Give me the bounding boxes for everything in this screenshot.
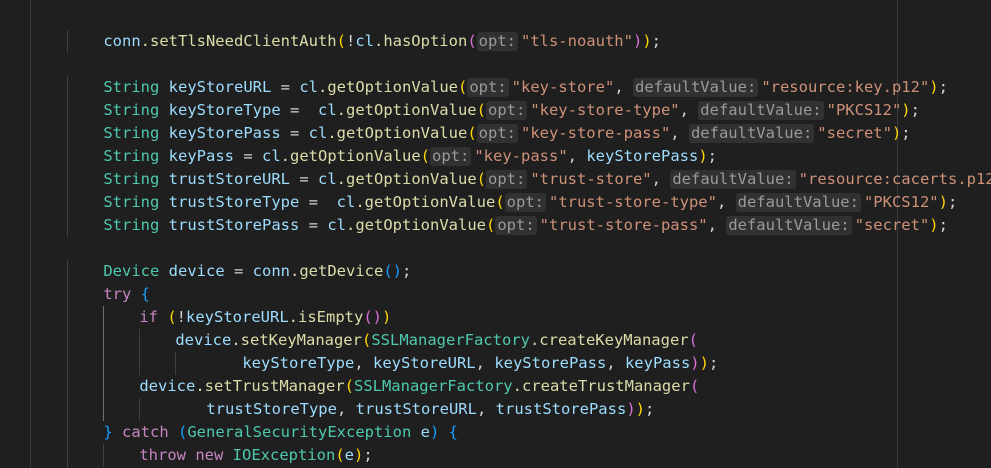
code-editor[interactable]: conn.setTlsNeedClientAuth(!cl.hasOption(… bbox=[0, 0, 991, 468]
string-literal: "trust-store-pass" bbox=[539, 216, 708, 234]
comma: , bbox=[707, 216, 727, 234]
paren: ( bbox=[467, 32, 477, 50]
class-io-exception: IOException bbox=[232, 446, 336, 464]
semicolon: ; bbox=[651, 32, 661, 50]
code-line-trust-manager-args[interactable]: trustStoreType, trustStoreURL, trustStor… bbox=[0, 375, 654, 421]
variable-name: trustStorePass bbox=[168, 216, 300, 234]
paren: ) bbox=[891, 124, 902, 142]
paren: ) bbox=[929, 78, 939, 96]
code-line-if-key-store[interactable]: if (!keyStoreURL.isEmpty()) bbox=[0, 283, 391, 329]
keyword-throw: throw bbox=[139, 446, 186, 464]
method-get-option-value: .getOptionValue bbox=[346, 216, 486, 234]
string-literal: "secret" bbox=[854, 216, 930, 234]
keyword-new: new bbox=[186, 446, 233, 464]
parens: () bbox=[383, 262, 402, 280]
code-line-throw[interactable]: throw new IOException(e); bbox=[0, 421, 373, 467]
conn-ref: conn bbox=[252, 262, 290, 280]
code-line-key-manager-args[interactable]: keyStoreType, keyStoreURL, keyStorePass,… bbox=[0, 329, 718, 375]
string-literal: "tls-noauth" bbox=[520, 32, 633, 50]
inlay-hint-opt: opt: bbox=[495, 216, 537, 235]
variable-name: device bbox=[168, 262, 225, 280]
code-line-key-store-type[interactable]: String keyStoreType = cl.getOptionValue(… bbox=[0, 76, 920, 122]
argument: trustStorePass bbox=[495, 400, 627, 418]
paren: ) bbox=[642, 32, 652, 50]
code-line-get-device[interactable]: Device device = conn.getDevice(); bbox=[0, 237, 411, 283]
variable-ref: e bbox=[344, 446, 355, 464]
semicolon: ; bbox=[708, 354, 719, 372]
code-line-tls-client-auth[interactable]: conn.setTlsNeedClientAuth(!cl.hasOption(… bbox=[0, 7, 661, 53]
semicolon: ; bbox=[938, 216, 948, 234]
code-line-set-key-manager[interactable]: device.setKeyManager(SSLManagerFactory.c… bbox=[0, 306, 698, 352]
paren: ( bbox=[689, 377, 700, 395]
assign-operator: = bbox=[299, 216, 328, 234]
paren: ) bbox=[929, 216, 939, 234]
code-line-catch[interactable]: } catch (GeneralSecurityException e) { bbox=[0, 398, 458, 444]
paren: ) bbox=[429, 423, 440, 441]
paren: ) bbox=[626, 400, 636, 418]
code-line-key-store-pass[interactable]: String keyStorePass = cl.getOptionValue(… bbox=[0, 99, 911, 145]
paren: ) bbox=[354, 446, 364, 464]
cl-ref: cl bbox=[327, 216, 346, 234]
assign-operator: = bbox=[224, 262, 253, 280]
brace: { bbox=[439, 423, 458, 441]
semicolon: ; bbox=[645, 400, 655, 418]
paren: ) bbox=[699, 354, 709, 372]
paren: ) bbox=[635, 400, 645, 418]
semicolon: ; bbox=[947, 193, 958, 211]
paren: ( bbox=[485, 216, 496, 234]
code-line-close-brace[interactable]: } bbox=[0, 444, 113, 468]
semicolon: ; bbox=[901, 124, 911, 142]
code-line-try[interactable]: try { bbox=[0, 260, 150, 306]
code-line-trust-store-url[interactable]: String trustStoreURL = cl.getOptionValue… bbox=[0, 145, 991, 191]
inlay-hint-default-value: defaultValue: bbox=[726, 216, 852, 235]
type-string: String bbox=[103, 216, 160, 234]
code-line-set-trust-manager[interactable]: device.setTrustManager(SSLManagerFactory… bbox=[0, 352, 699, 398]
semicolon: ; bbox=[402, 262, 412, 280]
method-set-tls-need-client-auth: .setTlsNeedClientAuth bbox=[140, 32, 337, 50]
method-has-option: .hasOption bbox=[373, 32, 468, 50]
semicolon: ; bbox=[363, 446, 373, 464]
semicolon: ; bbox=[938, 78, 948, 96]
code-line-trust-store-pass[interactable]: String trustStorePass = cl.getOptionValu… bbox=[0, 191, 948, 237]
string-literal: "secret" bbox=[817, 124, 892, 142]
conn-ref: conn bbox=[103, 32, 141, 50]
paren: ) bbox=[632, 32, 643, 50]
code-line-trust-store-type[interactable]: String trustStoreType = cl.getOptionValu… bbox=[0, 168, 957, 214]
paren: ( bbox=[336, 32, 346, 50]
code-line-key-pass[interactable]: String keyPass = cl.getOptionValue(opt: "… bbox=[0, 122, 717, 168]
variable-name: e bbox=[411, 423, 430, 441]
code-line-key-store-url[interactable]: String keyStoreURL = cl.getOptionValue(o… bbox=[0, 53, 948, 99]
not-operator: ! bbox=[345, 32, 356, 50]
inlay-hint-opt: opt: bbox=[476, 32, 518, 51]
cl-ref: cl bbox=[355, 32, 374, 50]
comma: , bbox=[476, 400, 496, 418]
method-get-device: .getDevice bbox=[290, 262, 384, 280]
semicolon: ; bbox=[910, 101, 920, 119]
paren: ( bbox=[335, 446, 345, 464]
